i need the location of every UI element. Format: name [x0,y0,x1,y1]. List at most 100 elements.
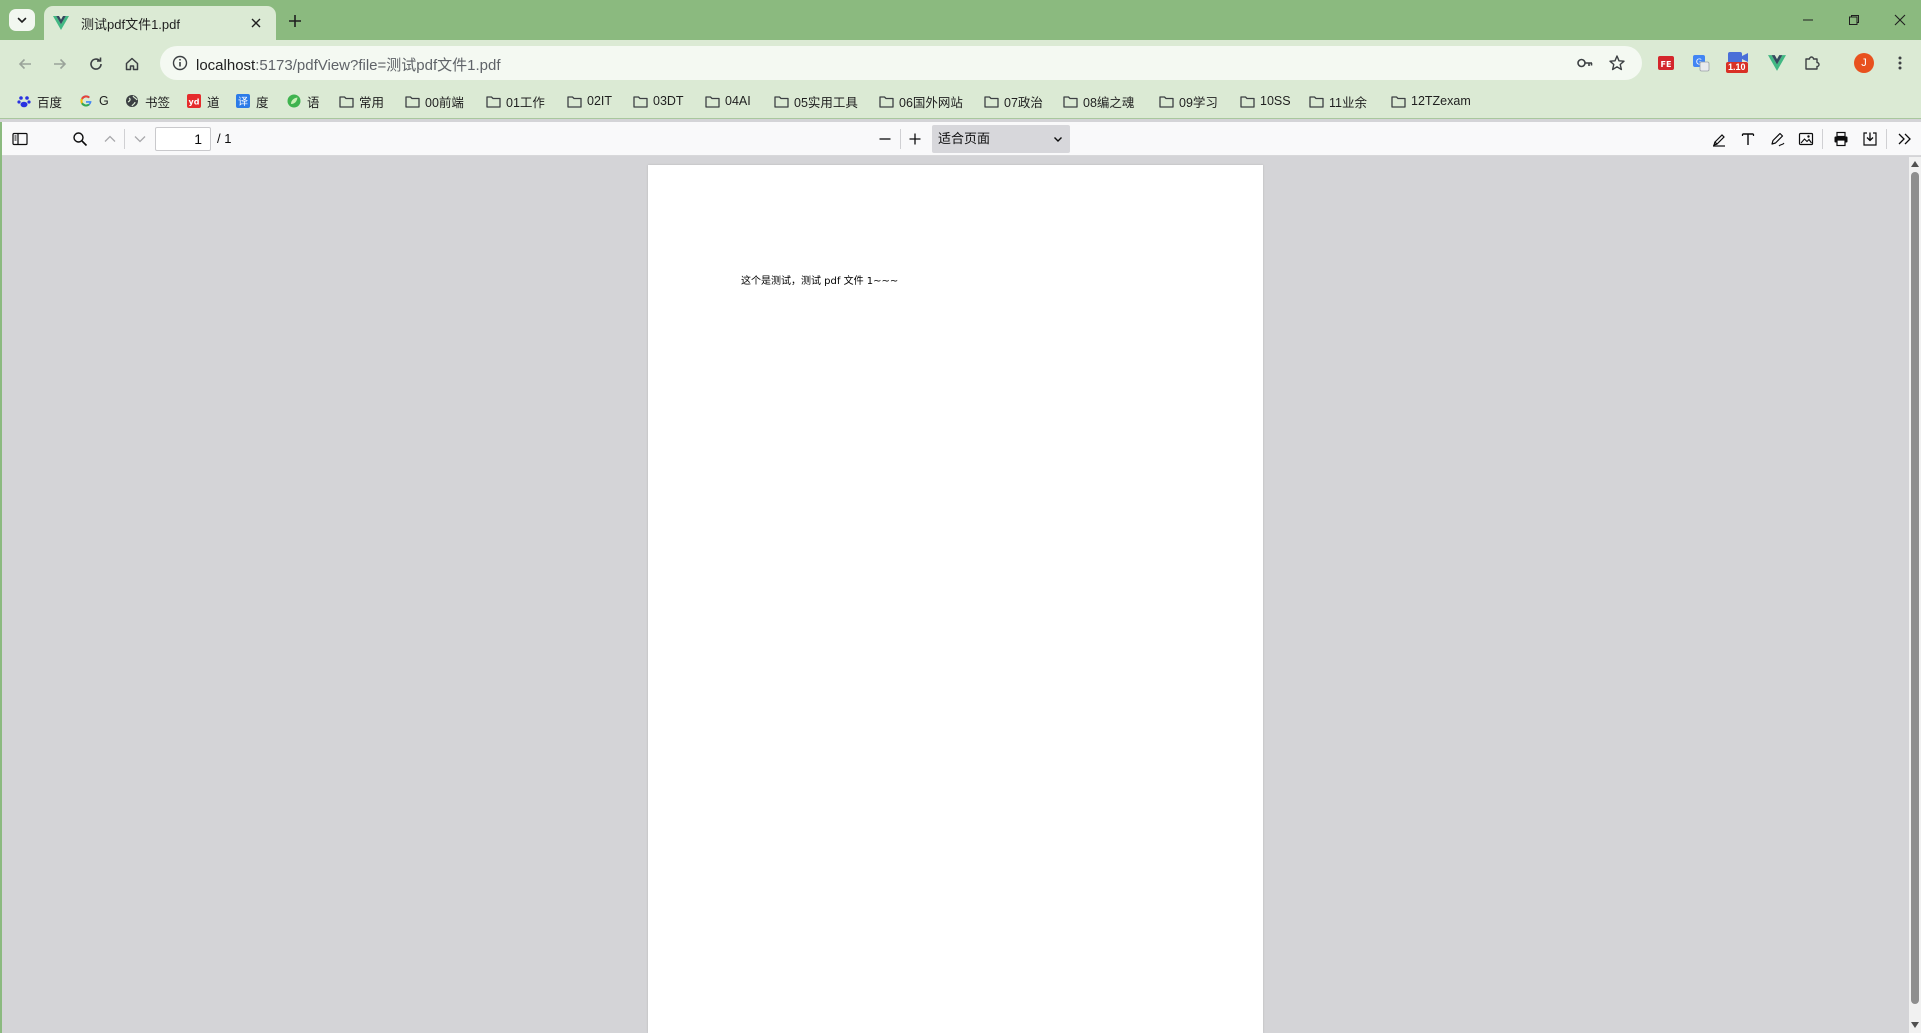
bookmark-label: 00前端 [425,95,464,110]
close-icon [1894,14,1906,26]
bookmark-label: 道 [207,95,220,110]
google-icon [78,93,94,109]
zoom-select[interactable]: 适合页面 [932,125,1070,153]
print-button[interactable] [1828,126,1854,152]
toolbar-divider [1886,129,1887,149]
page-number-input[interactable]: 1 [155,127,211,151]
bookmark-item[interactable]: 00前端 [404,92,464,110]
scrollbar-thumb[interactable] [1911,172,1919,1004]
toolbar-divider [124,129,125,149]
profile-avatar[interactable]: J [1854,53,1874,73]
bookmark-item[interactable]: 语 [286,92,320,110]
minimize-button[interactable] [1785,0,1831,40]
folder-icon [404,93,420,109]
video-extension-icon: 1.10 [1724,50,1752,76]
tab-search-button[interactable] [9,9,35,31]
save-button[interactable] [1857,126,1883,152]
back-button[interactable] [10,50,40,78]
close-window-button[interactable] [1877,0,1921,40]
bookmark-item[interactable]: 译度 [235,92,269,110]
folder-icon [485,93,501,109]
folder-icon [1239,93,1255,109]
folder-icon [704,93,720,109]
secondary-toolbar-button[interactable] [1892,126,1918,152]
sidebar-toggle-button[interactable] [7,126,33,152]
extension-vue-devtools-button[interactable] [1764,50,1790,76]
password-key-button[interactable] [1573,51,1597,75]
info-icon[interactable] [170,53,190,73]
bookmark-item[interactable]: yd 道 [186,92,220,110]
bookmark-label: 02IT [587,94,613,108]
restore-button[interactable] [1831,0,1877,40]
forward-button[interactable] [45,50,75,78]
close-tab-icon[interactable] [246,13,266,33]
bookmark-label: 百度 [37,95,63,110]
bookmark-label: 01工作 [506,95,545,110]
bookmark-item[interactable]: 01工作 [485,92,545,110]
page-count: / 1 [217,131,232,146]
bookmark-item[interactable]: 常用 [338,92,384,110]
bookmark-item[interactable]: 百度 [16,92,62,110]
bookmark-item[interactable]: 04AI [704,92,751,110]
zoom-in-button[interactable] [902,126,928,152]
extension-badge-button[interactable]: 1.10 [1723,50,1753,76]
folder-icon [1158,93,1174,109]
url-path: :5173/pdfView?file=测试pdf文件1.pdf [255,57,501,74]
bookmark-item[interactable]: 10SS [1239,92,1291,110]
tab-active[interactable]: 测试pdf文件1.pdf [44,6,276,40]
search-icon [72,131,88,147]
plus-icon [288,14,302,28]
highlight-button[interactable] [1706,126,1732,152]
bookmark-item[interactable]: 07政治 [983,92,1043,110]
bookmark-label: 语 [307,95,320,110]
chevron-up-icon [103,132,117,146]
address-bar[interactable]: localhost:5173/pdfView?file=测试pdf文件1.pdf [160,46,1642,80]
next-page-button[interactable] [127,126,153,152]
download-icon [1862,131,1878,147]
bookmark-item[interactable]: 11业余 [1308,92,1367,110]
bookmark-label: 05实用工具 [794,95,858,110]
translate-icon: 译 [235,93,251,109]
add-text-button[interactable] [1735,126,1761,152]
vue-icon [1768,55,1786,71]
extension-badge: 1.10 [1726,62,1748,73]
home-button[interactable] [117,50,147,78]
extension-translate-button[interactable]: G [1688,50,1714,76]
chevron-down-icon [133,132,147,146]
bookmark-label: 常用 [359,95,385,110]
bookmark-item[interactable]: 12TZexam [1390,92,1471,110]
bookmark-item[interactable]: G [78,92,109,110]
extensions-menu-button[interactable] [1799,50,1825,76]
bookmark-item[interactable]: 08编之魂 [1062,92,1134,110]
bookmark-item[interactable]: 09学习 [1158,92,1218,110]
scroll-up-arrow[interactable] [1909,158,1921,170]
pdf-page: 这个是测试，测试 pdf 文件 1~~~ [648,165,1263,1033]
sidebar-icon [12,132,28,146]
draw-button[interactable] [1764,126,1790,152]
home-icon [124,56,140,72]
bookmark-item[interactable]: 书签 [124,92,170,110]
bookmark-item[interactable]: 06国外网站 [878,92,963,110]
folder-icon [773,93,789,109]
url-text: localhost:5173/pdfView?file=测试pdf文件1.pdf [196,54,501,75]
chevron-down-icon [16,14,28,26]
find-button[interactable] [67,126,93,152]
key-icon [1576,54,1594,72]
bookmark-label: 12TZexam [1411,94,1471,108]
previous-page-button[interactable] [97,126,123,152]
bookmark-item[interactable]: 02IT [566,92,612,110]
fe-helper-icon: FE [1656,53,1676,73]
bookmark-item[interactable]: 03DT [632,92,684,110]
bookmark-star-button[interactable] [1605,51,1629,75]
scroll-down-arrow[interactable] [1909,1019,1921,1031]
new-tab-button[interactable] [283,9,307,33]
reload-button[interactable] [81,50,111,78]
zoom-out-button[interactable] [872,126,898,152]
globe-icon [124,93,140,109]
add-image-button[interactable] [1793,126,1819,152]
extension-fe-button[interactable]: FE [1653,50,1679,76]
bookmark-item[interactable]: 05实用工具 [773,92,858,110]
browser-menu-button[interactable] [1887,50,1913,76]
bookmark-label: 11业余 [1329,95,1367,110]
triangle-up-icon [1911,161,1919,167]
